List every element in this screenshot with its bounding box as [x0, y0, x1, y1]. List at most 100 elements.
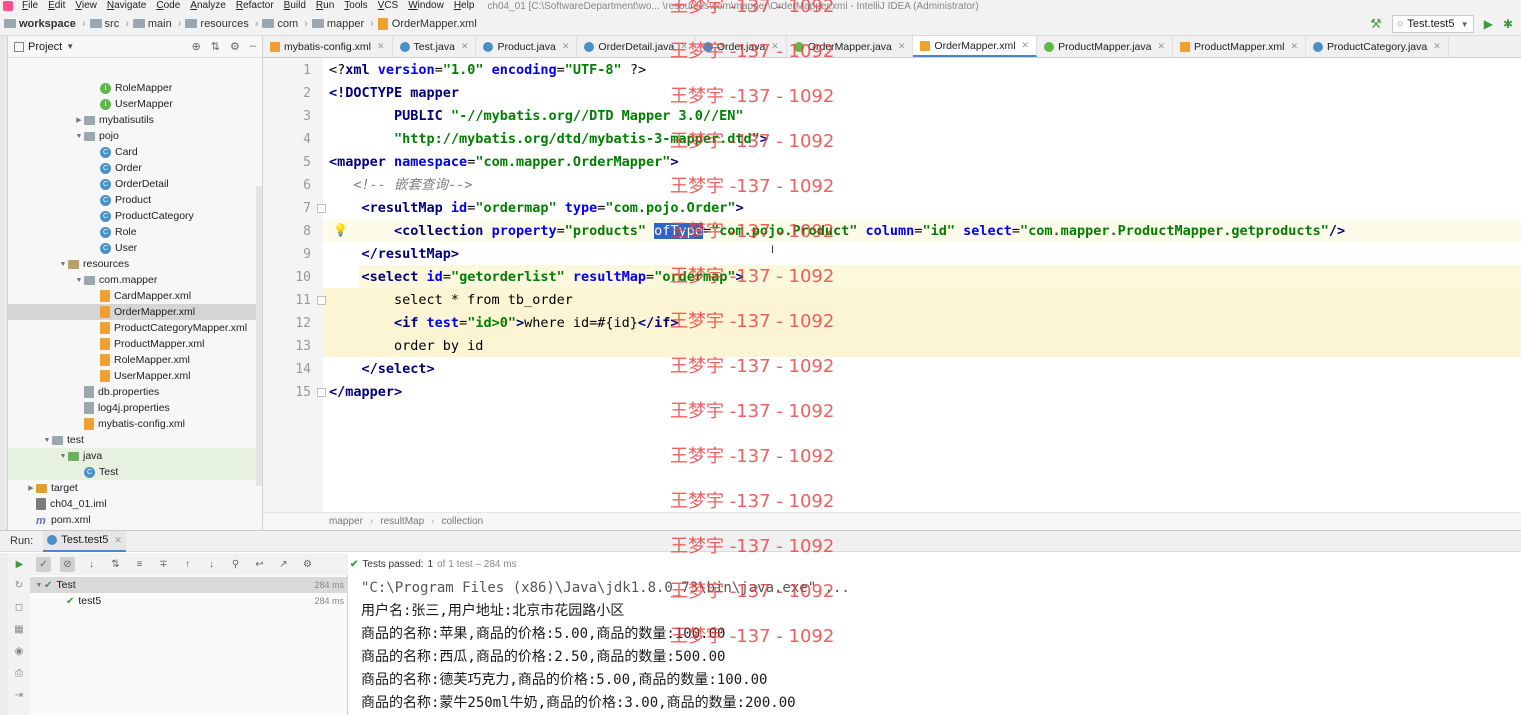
- restore-layout-icon[interactable]: ↻: [8, 575, 30, 597]
- project-tree-item[interactable]: C OrderDetail: [8, 176, 262, 192]
- project-tree-item[interactable]: ▼ com.mapper: [8, 272, 262, 288]
- intention-bulb-icon[interactable]: 💡: [333, 223, 348, 237]
- project-tree-item[interactable]: log4j.properties: [8, 400, 262, 416]
- console-output[interactable]: "C:\Program Files (x86)\Java\jdk1.8.0_73…: [349, 575, 1521, 715]
- debug-bug-icon[interactable]: ✱: [1503, 17, 1513, 31]
- project-tree-item[interactable]: CardMapper.xml: [8, 288, 262, 304]
- project-tree-item[interactable]: C Card: [8, 144, 262, 160]
- menu-item-analyze[interactable]: Analyze: [185, 0, 231, 12]
- menu-item-build[interactable]: Build: [279, 0, 311, 12]
- project-tree-item[interactable]: ProductMapper.xml: [8, 336, 262, 352]
- project-tree-item[interactable]: C Product: [8, 192, 262, 208]
- collapse-icon[interactable]: ⇅: [211, 40, 220, 53]
- menu-item-run[interactable]: Run: [311, 0, 339, 12]
- editor-breadcrumb-item[interactable]: resultMap: [380, 516, 424, 527]
- editor-tab[interactable]: Test.java ✕: [393, 36, 477, 57]
- build-hammer-icon[interactable]: ⚒: [1370, 16, 1382, 32]
- sort-duration-icon[interactable]: ⇅: [108, 557, 123, 572]
- project-tree-item[interactable]: C ProductCategory: [8, 208, 262, 224]
- close-icon[interactable]: ✕: [1022, 40, 1030, 51]
- sort-alpha-icon[interactable]: ↓: [84, 557, 99, 572]
- project-tree-item[interactable]: UserMapper.xml: [8, 368, 262, 384]
- menu-item-help[interactable]: Help: [449, 0, 480, 12]
- editor-tab[interactable]: OrderMapper.xml ✕: [913, 36, 1038, 57]
- menu-item-code[interactable]: Code: [151, 0, 185, 12]
- menu-item-tools[interactable]: Tools: [339, 0, 372, 12]
- breadcrumb-item[interactable]: mapper ›: [308, 18, 374, 30]
- next-test-icon[interactable]: ↓: [204, 557, 219, 572]
- code-line[interactable]: <collection property="products" ofType="…: [329, 220, 1345, 243]
- chevron-down-icon[interactable]: ▼: [58, 261, 68, 268]
- project-tree-item[interactable]: mybatis-config.xml: [8, 416, 262, 432]
- code-line[interactable]: <select id="getorderlist" resultMap="ord…: [329, 266, 744, 289]
- run-config-select[interactable]: ○ Test.test5 ▼: [1391, 15, 1474, 33]
- project-tree-item[interactable]: ▼ java: [8, 448, 262, 464]
- code-line[interactable]: order by id: [329, 335, 483, 358]
- fold-marker-icon[interactable]: [317, 204, 326, 213]
- chevron-down-icon[interactable]: ▼: [74, 277, 84, 284]
- project-tree-item[interactable]: C Order: [8, 160, 262, 176]
- code-line[interactable]: PUBLIC "-//mybatis.org//DTD Mapper 3.0//…: [329, 105, 744, 128]
- run-tab[interactable]: Test.test5 ✕: [43, 530, 126, 552]
- code-editor[interactable]: 1 2 3 4 5 6 7 8 9 10 11 12 13 14 15 <?xml version="1.0…: [263, 58, 1521, 512]
- close-icon[interactable]: ✕: [898, 41, 906, 52]
- project-tree-item[interactable]: ▶ target: [8, 480, 262, 496]
- project-tree-item[interactable]: ch04_01.iml: [8, 496, 262, 512]
- menu-item-vcs[interactable]: VCS: [373, 0, 404, 12]
- close-icon[interactable]: ✕: [680, 41, 688, 52]
- show-ignored-icon[interactable]: ⊘: [60, 556, 75, 572]
- previous-test-icon[interactable]: ↑: [180, 557, 195, 572]
- breadcrumb-item[interactable]: main ›: [129, 18, 181, 30]
- project-tree-item[interactable]: ▼ resources: [8, 256, 262, 272]
- editor-tab[interactable]: mybatis-config.xml ✕: [263, 36, 393, 57]
- project-tree-item[interactable]: ProductCategoryMapper.xml: [8, 320, 262, 336]
- code-line[interactable]: <mapper namespace="com.mapper.OrderMappe…: [329, 151, 679, 174]
- project-tree-item[interactable]: I UserMapper: [8, 96, 262, 112]
- fold-marker-icon[interactable]: [317, 296, 326, 305]
- menu-item-file[interactable]: File: [17, 0, 43, 12]
- project-tree-item[interactable]: OrderMapper.xml: [8, 304, 262, 320]
- gear-icon[interactable]: ⚙: [300, 557, 315, 572]
- project-tree-item[interactable]: ▼ pojo: [8, 128, 262, 144]
- import-tests-icon[interactable]: ↩: [252, 557, 267, 572]
- project-panel-title[interactable]: Project: [28, 41, 62, 53]
- close-icon[interactable]: ✕: [1157, 41, 1165, 52]
- gear-icon[interactable]: ⚙: [230, 40, 240, 53]
- code-line[interactable]: <resultMap id="ordermap" type="com.pojo.…: [329, 197, 744, 220]
- editor-tab[interactable]: OrderDetail.java ✕: [577, 36, 696, 57]
- locate-icon[interactable]: ⊕: [192, 40, 201, 53]
- chevron-down-icon[interactable]: ▼: [42, 437, 52, 444]
- run-play-icon[interactable]: ▶: [1484, 17, 1493, 31]
- editor-tab[interactable]: ProductMapper.java ✕: [1037, 36, 1174, 57]
- code-line[interactable]: </mapper>: [329, 381, 402, 404]
- breadcrumb-item[interactable]: workspace ›: [0, 18, 86, 30]
- test-tree-item[interactable]: ▼ ✔ Test 284 ms: [30, 577, 348, 593]
- close-icon[interactable]: ✕: [1290, 41, 1298, 52]
- collapse-all-icon[interactable]: ∓: [156, 557, 171, 572]
- code-line[interactable]: <!DOCTYPE mapper: [329, 82, 459, 105]
- chevron-down-icon[interactable]: ▼: [66, 42, 74, 51]
- project-tree-item[interactable]: db.properties: [8, 384, 262, 400]
- breadcrumb-item[interactable]: resources ›: [181, 18, 258, 30]
- menu-item-window[interactable]: Window: [403, 0, 449, 12]
- chevron-down-icon[interactable]: ▼: [58, 453, 68, 460]
- project-tree-item[interactable]: C Role: [8, 224, 262, 240]
- close-icon[interactable]: ✕: [461, 41, 469, 52]
- menu-item-refactor[interactable]: Refactor: [231, 0, 279, 12]
- close-icon[interactable]: ✕: [377, 41, 385, 52]
- editor-breadcrumb-item[interactable]: collection: [442, 516, 484, 527]
- export-tests-icon[interactable]: ↗: [276, 557, 291, 572]
- breadcrumb-item[interactable]: com ›: [258, 18, 308, 30]
- expand-all-icon[interactable]: ≡: [132, 557, 147, 572]
- chevron-down-icon[interactable]: ▼: [74, 133, 84, 140]
- camera-icon[interactable]: ◉: [8, 641, 30, 663]
- project-tree-item[interactable]: I RoleMapper: [8, 80, 262, 96]
- close-icon[interactable]: ✕: [114, 535, 122, 546]
- code-line[interactable]: "http://mybatis.org/dtd/mybatis-3-mapper…: [329, 128, 768, 151]
- project-tree-item[interactable]: RoleMapper.xml: [8, 352, 262, 368]
- editor-tab[interactable]: Order.java ✕: [696, 36, 787, 57]
- print-icon[interactable]: ⎙: [8, 663, 30, 685]
- test-tree-item[interactable]: ✔ test5 284 ms: [30, 593, 348, 609]
- code-line[interactable]: select * from tb_order: [329, 289, 573, 312]
- show-passed-icon[interactable]: ✓: [36, 556, 51, 572]
